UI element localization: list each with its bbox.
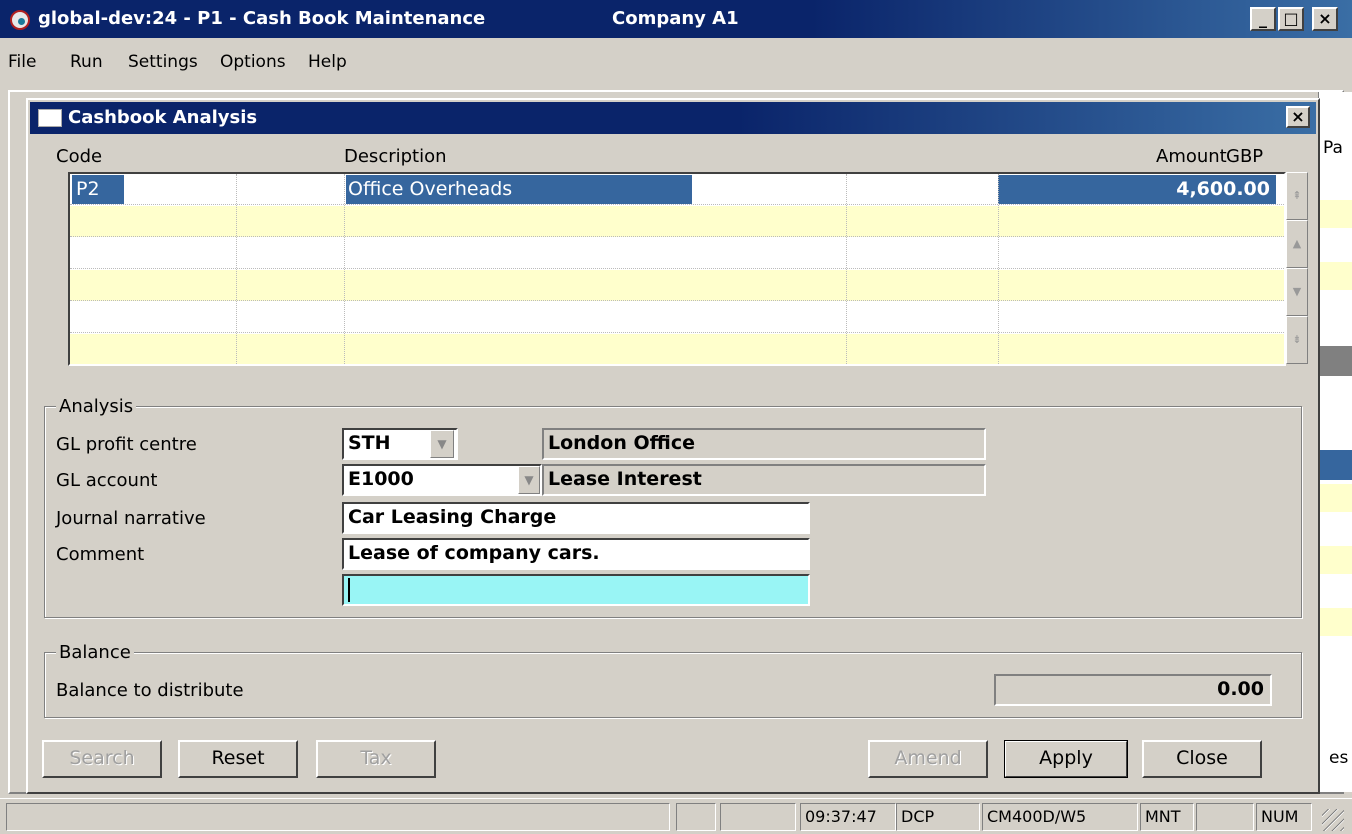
dialog-title: Cashbook Analysis (68, 107, 258, 128)
profit-centre-dropdown-icon[interactable]: ▼ (430, 430, 454, 458)
text-caret (348, 578, 350, 602)
gl-account-label: GL account (56, 470, 158, 491)
background-grid-edge: Pa es (1318, 92, 1352, 792)
status-terminal: CM400D/W5 (982, 803, 1138, 831)
menu-help[interactable]: Help (308, 52, 347, 72)
resize-grip-icon[interactable] (1322, 809, 1344, 831)
maximize-button[interactable]: □ (1278, 7, 1304, 31)
row-amount[interactable]: 4,600.00 (998, 175, 1276, 204)
column-divider (236, 174, 237, 364)
comment-input[interactable]: Lease of company cars. (342, 538, 810, 570)
dialog-title-bar: Cashbook Analysis × (30, 102, 1316, 134)
status-panel (720, 803, 796, 831)
row-code[interactable]: P2 (72, 175, 124, 204)
analysis-legend: Analysis (56, 396, 137, 417)
menu-bar: File Run Settings Options Help (0, 38, 1352, 90)
status-mode: MNT (1140, 803, 1194, 831)
menu-file[interactable]: File (8, 52, 36, 72)
status-panel (676, 803, 716, 831)
background-row (1318, 200, 1352, 228)
balance-legend: Balance (56, 642, 134, 663)
scroll-bottom-icon[interactable]: ⇟ (1286, 316, 1308, 364)
header-description[interactable]: Description (344, 146, 447, 167)
column-divider (846, 174, 847, 364)
header-code[interactable]: Code (56, 146, 102, 167)
status-time: 09:37:47 (800, 803, 896, 831)
table-row[interactable] (70, 238, 1284, 269)
status-num: NUM (1256, 803, 1312, 831)
background-row (1318, 262, 1352, 290)
background-row (1318, 608, 1352, 636)
search-button[interactable]: Search (42, 740, 162, 778)
window-icon (38, 109, 62, 127)
close-button[interactable]: Close (1142, 740, 1262, 778)
table-row[interactable] (70, 302, 1284, 333)
balance-value: 0.00 (994, 674, 1272, 706)
main-title-bar: global-dev:24 - P1 - Cash Book Maintenan… (0, 0, 1352, 38)
table-row[interactable] (70, 270, 1284, 301)
main-window-title: global-dev:24 - P1 - Cash Book Maintenan… (38, 8, 486, 29)
table-row[interactable]: P2 Office Overheads 4,600.00 (70, 174, 1284, 205)
status-bar: 09:37:47 DCP CM400D/W5 MNT NUM (0, 798, 1352, 834)
background-button-text: es (1329, 748, 1349, 768)
table-row[interactable] (70, 334, 1284, 364)
status-panel (1196, 803, 1254, 831)
dialog-close-button[interactable]: × (1286, 106, 1310, 128)
row-description[interactable]: Office Overheads (346, 175, 692, 204)
header-amount[interactable]: Amount (1156, 146, 1227, 167)
background-scroll-thumb (1319, 346, 1352, 376)
gl-account-description: Lease Interest (542, 464, 986, 496)
background-selected-row (1319, 450, 1352, 480)
close-window-button[interactable]: × (1312, 7, 1338, 31)
amend-button[interactable]: Amend (868, 740, 988, 778)
reset-button[interactable]: Reset (178, 740, 298, 778)
tax-button[interactable]: Tax (316, 740, 436, 778)
background-column-header: Pa (1323, 138, 1343, 158)
analysis-grid[interactable]: P2 Office Overheads 4,600.00 (68, 172, 1286, 366)
minimize-button[interactable]: _ (1250, 7, 1276, 31)
gl-profit-centre-description: London Office (542, 428, 986, 460)
company-name: Company A1 (612, 8, 739, 29)
menu-settings[interactable]: Settings (128, 52, 198, 72)
comment-line2-input[interactable] (342, 574, 810, 606)
column-divider (998, 174, 999, 364)
journal-narrative-input[interactable]: Car Leasing Charge (342, 502, 810, 534)
cashbook-analysis-dialog: Cashbook Analysis × Code Description Amo… (26, 98, 1320, 794)
balance-label: Balance to distribute (56, 680, 244, 701)
status-user: DCP (896, 803, 980, 831)
background-row (1318, 484, 1352, 512)
scroll-top-icon[interactable]: ⇞ (1286, 172, 1308, 220)
scroll-down-icon[interactable]: ▼ (1286, 268, 1308, 316)
gl-account-input[interactable]: E1000 (342, 464, 542, 496)
grid-scrollbar[interactable]: ⇞ ▲ ▼ ⇟ (1286, 172, 1308, 366)
header-currency[interactable]: GBP (1226, 146, 1263, 167)
menu-options[interactable]: Options (220, 52, 286, 72)
column-divider (344, 174, 345, 364)
apply-button[interactable]: Apply (1004, 740, 1128, 778)
gl-profit-centre-label: GL profit centre (56, 434, 197, 455)
menu-run[interactable]: Run (70, 52, 103, 72)
gl-account-dropdown-icon[interactable]: ▼ (518, 466, 540, 494)
table-row[interactable] (70, 206, 1284, 237)
comment-label: Comment (56, 544, 145, 565)
status-message (6, 803, 670, 831)
app-icon[interactable] (10, 10, 30, 30)
scroll-up-icon[interactable]: ▲ (1286, 220, 1308, 268)
journal-narrative-label: Journal narrative (56, 508, 206, 529)
background-row (1318, 546, 1352, 574)
